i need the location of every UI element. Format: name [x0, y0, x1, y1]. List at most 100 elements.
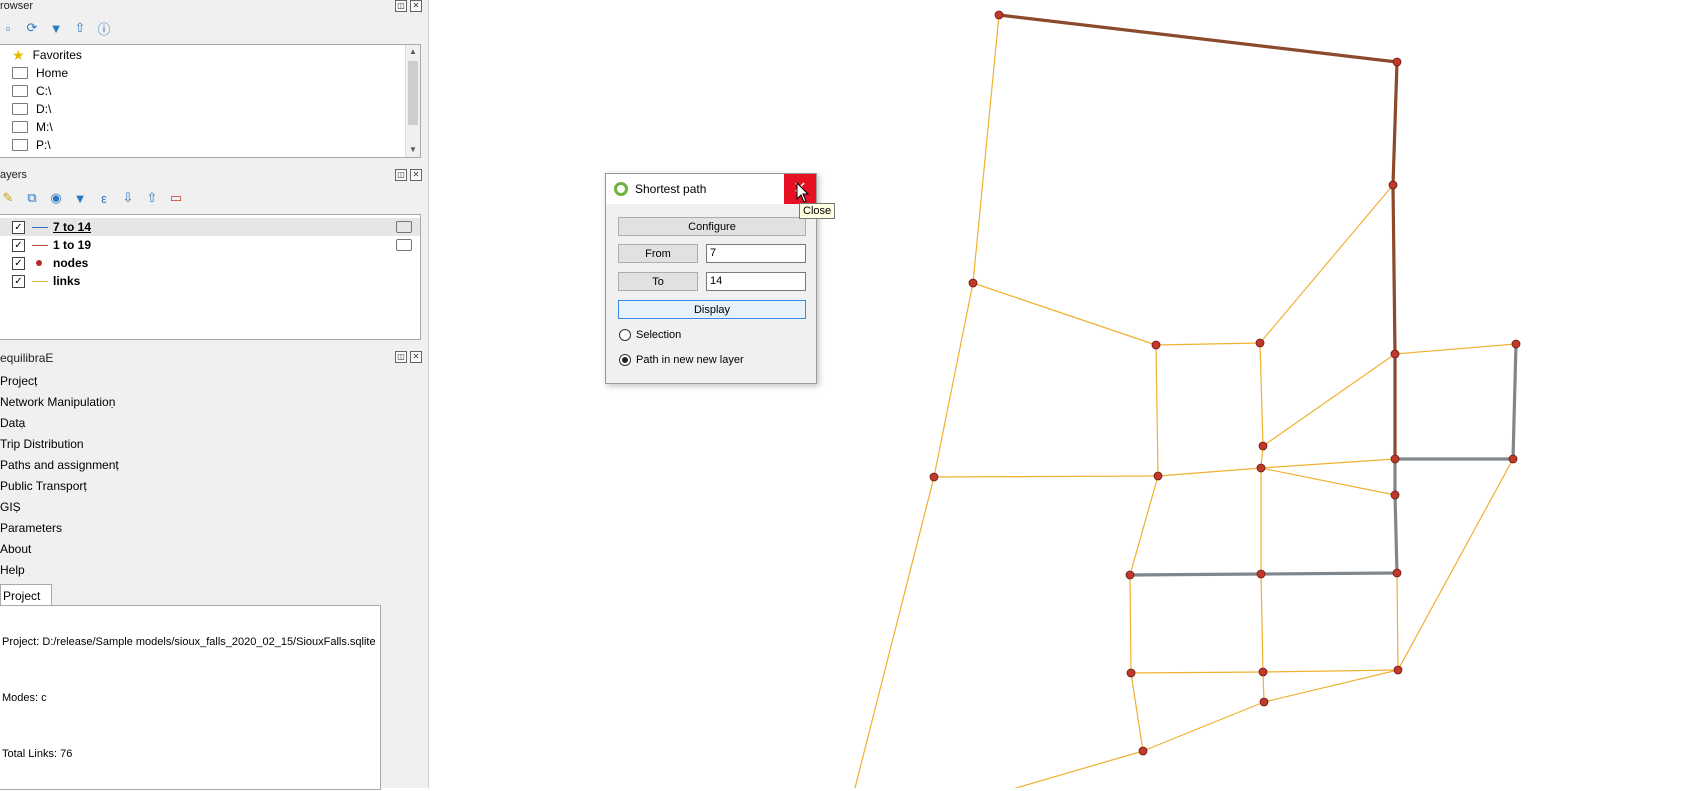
- node[interactable]: [1393, 665, 1403, 675]
- node[interactable]: [1258, 667, 1268, 677]
- node[interactable]: [1508, 454, 1518, 464]
- map-canvas[interactable]: [429, 0, 1696, 791]
- scrollbar-thumb[interactable]: [408, 61, 418, 125]
- add-group-icon[interactable]: ⧉: [24, 190, 40, 206]
- layers-list[interactable]: ✓ 7 to 14 ✓ 1 to 19 ✓ nodes ✓ links: [0, 214, 421, 340]
- add-icon[interactable]: ▫: [0, 20, 16, 36]
- menu-trip-distribution[interactable]: Trip Distribution: [0, 437, 84, 451]
- link[interactable]: [1259, 342, 1264, 447]
- link[interactable]: [1129, 475, 1159, 576]
- link[interactable]: [1262, 353, 1396, 447]
- menu-public-transport[interactable]: Public Transporṭ: [0, 479, 87, 493]
- node[interactable]: [968, 278, 978, 288]
- layer-checkbox[interactable]: ✓: [12, 238, 25, 252]
- node[interactable]: [994, 10, 1004, 20]
- collapse-icon[interactable]: ⇧: [72, 20, 88, 36]
- filter-indicator-icon[interactable]: [396, 221, 412, 233]
- link[interactable]: [972, 14, 1000, 284]
- menu-gis[interactable]: GIṢ: [0, 500, 21, 514]
- link[interactable]: [1397, 458, 1514, 671]
- link[interactable]: [1263, 669, 1399, 703]
- tree-item-home[interactable]: Home: [12, 64, 68, 82]
- expand-icon[interactable]: ⇩: [120, 190, 136, 206]
- node[interactable]: [1151, 340, 1161, 350]
- refresh-icon[interactable]: ⟳: [24, 20, 40, 36]
- radio-selection[interactable]: [619, 329, 631, 341]
- node[interactable]: [1153, 471, 1163, 481]
- layer-row-7-to-14[interactable]: ✓ 7 to 14: [0, 218, 420, 236]
- node[interactable]: [1125, 570, 1135, 580]
- from-input[interactable]: 7: [706, 244, 806, 263]
- tree-item-favorites[interactable]: ★ Favorites: [12, 46, 82, 64]
- tree-item-d[interactable]: D:\: [12, 100, 51, 118]
- link[interactable]: [933, 475, 1159, 478]
- filter-icon[interactable]: ▼: [48, 20, 64, 36]
- menu-parameters[interactable]: Parameters: [0, 521, 62, 535]
- scroll-up-icon[interactable]: ▲: [406, 45, 420, 59]
- node[interactable]: [1390, 454, 1400, 464]
- filter-indicator-icon[interactable]: [396, 239, 412, 251]
- remove-layer-icon[interactable]: ▭: [168, 190, 184, 206]
- layer-row-links[interactable]: ✓ links: [0, 272, 420, 290]
- layer-row-nodes[interactable]: ✓ nodes: [0, 254, 420, 272]
- close-icon[interactable]: ✕: [410, 351, 422, 363]
- node[interactable]: [1390, 349, 1400, 359]
- path-line[interactable]: [998, 13, 1399, 459]
- browser-scrollbar[interactable]: ▲ ▼: [405, 45, 420, 157]
- link[interactable]: [1260, 467, 1396, 496]
- dialog-titlebar[interactable]: Shortest path ✕: [606, 174, 816, 204]
- close-icon[interactable]: ✕: [410, 0, 422, 12]
- scroll-down-icon[interactable]: ▼: [406, 143, 420, 157]
- link[interactable]: [1129, 574, 1132, 674]
- menu-network-manipulation[interactable]: Network Manipulatioṇ: [0, 395, 115, 409]
- tab-project[interactable]: Project: [0, 584, 52, 607]
- node[interactable]: [1388, 180, 1398, 190]
- link[interactable]: [1130, 671, 1264, 674]
- node[interactable]: [1256, 463, 1266, 473]
- link[interactable]: [1130, 672, 1144, 752]
- layer-row-1-to-19[interactable]: ✓ 1 to 19: [0, 236, 420, 254]
- visibility-icon[interactable]: ◉: [48, 190, 64, 206]
- menu-project[interactable]: Projecṭ: [0, 374, 37, 388]
- node[interactable]: [1392, 568, 1402, 578]
- layer-checkbox[interactable]: ✓: [12, 220, 25, 234]
- layer-checkbox[interactable]: ✓: [12, 274, 25, 288]
- link[interactable]: [933, 282, 974, 478]
- float-icon[interactable]: ◫: [395, 169, 407, 181]
- link[interactable]: [1260, 573, 1264, 673]
- tree-item-m[interactable]: M:\: [12, 118, 53, 136]
- float-icon[interactable]: ◫: [395, 0, 407, 12]
- link[interactable]: [1260, 458, 1396, 469]
- to-input[interactable]: 14: [706, 272, 806, 291]
- node[interactable]: [1255, 338, 1265, 348]
- radio-new-layer[interactable]: [619, 354, 631, 366]
- node[interactable]: [1126, 668, 1136, 678]
- info-icon[interactable]: ⓘ: [96, 20, 112, 37]
- expression-icon[interactable]: ε: [96, 190, 112, 206]
- link[interactable]: [1262, 669, 1399, 673]
- tree-item-c[interactable]: C:\: [12, 82, 51, 100]
- link[interactable]: [1155, 342, 1261, 346]
- menu-paths-and-assignment[interactable]: Paths and assignmenṭ: [0, 458, 119, 472]
- to-button[interactable]: To: [618, 272, 698, 291]
- node[interactable]: [1256, 569, 1266, 579]
- node[interactable]: [1390, 490, 1400, 500]
- link[interactable]: [1396, 572, 1399, 671]
- float-icon[interactable]: ◫: [395, 351, 407, 363]
- link[interactable]: [1259, 184, 1394, 344]
- link[interactable]: [975, 750, 1144, 791]
- from-button[interactable]: From: [618, 244, 698, 263]
- link[interactable]: [1142, 701, 1265, 752]
- node[interactable]: [929, 472, 939, 482]
- filter-icon[interactable]: ▼: [72, 190, 88, 206]
- collapse-icon[interactable]: ⇧: [144, 190, 160, 206]
- display-button[interactable]: Display: [618, 300, 806, 319]
- path-line[interactable]: [1129, 343, 1518, 577]
- layer-checkbox[interactable]: ✓: [12, 256, 25, 270]
- link[interactable]: [972, 282, 1157, 346]
- browser-tree[interactable]: ★ Favorites Home C:\ D:\ M:\ P:\ ▲ ▼: [0, 44, 421, 158]
- menu-about[interactable]: About: [0, 542, 31, 556]
- close-icon[interactable]: ✕: [410, 169, 422, 181]
- link[interactable]: [854, 476, 935, 789]
- style-icon[interactable]: ✎: [0, 190, 16, 206]
